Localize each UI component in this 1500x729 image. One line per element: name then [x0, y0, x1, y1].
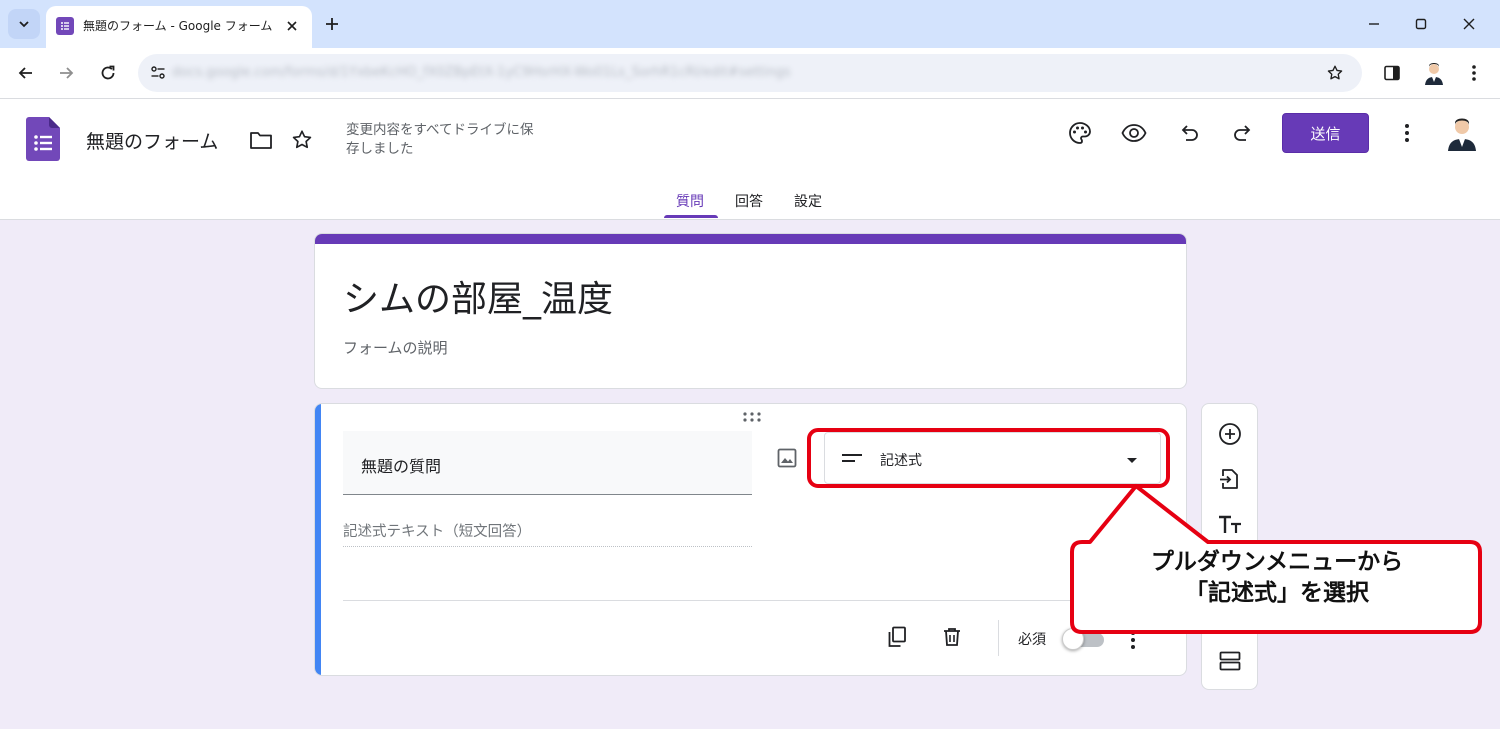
forms-header: 無題のフォーム 変更内容をすべてドライブに保存しました 送信 質問 回答 設定 — [0, 98, 1500, 220]
maximize-icon — [1415, 18, 1427, 30]
maximize-window-button[interactable] — [1407, 10, 1435, 38]
duplicate-icon[interactable] — [882, 622, 912, 652]
url-text: docs.google.com/forms/d/1YxbeKcHO_fX0ZBp… — [172, 65, 791, 80]
focus-indicator-bar — [315, 404, 321, 675]
arrow-left-icon — [18, 67, 32, 79]
site-info-icon[interactable] — [146, 61, 170, 85]
add-image-button[interactable] — [773, 444, 801, 472]
more-vert-icon[interactable] — [1392, 118, 1422, 148]
reload-button[interactable] — [92, 57, 124, 89]
tab-questions[interactable]: 質問 — [676, 191, 704, 211]
drag-handle-icon[interactable] — [741, 410, 763, 424]
chevron-down-icon — [19, 21, 29, 28]
forms-favicon-icon — [56, 17, 74, 35]
question-title-input[interactable]: 無題の質問 — [343, 431, 752, 495]
undo-icon[interactable] — [1174, 118, 1204, 148]
add-section-icon[interactable] — [1215, 646, 1245, 676]
form-title-card[interactable]: シムの部屋_温度 フォームの説明 — [314, 233, 1187, 389]
close-icon — [1463, 18, 1475, 30]
redo-icon[interactable] — [1228, 118, 1258, 148]
close-window-button[interactable] — [1455, 10, 1483, 38]
side-panel-icon — [1384, 65, 1400, 81]
tab-title: 無題のフォーム - Google フォーム — [83, 19, 273, 33]
delete-trash-icon[interactable] — [937, 622, 967, 652]
more-vert-icon — [1472, 65, 1476, 81]
address-bar[interactable]: docs.google.com/forms/d/1YxbeKcHO_fX0ZBp… — [138, 54, 1362, 92]
reload-icon — [101, 65, 115, 80]
bookmark-star-icon[interactable] — [1324, 62, 1346, 84]
required-label: 必須 — [1018, 632, 1046, 648]
footer-divider — [998, 620, 999, 656]
person-avatar-icon — [1425, 63, 1443, 85]
theme-accent-bar — [315, 234, 1186, 244]
close-icon[interactable] — [282, 16, 302, 36]
annotation-line-2: 「記述式」を選択 — [1185, 580, 1369, 606]
document-title[interactable]: 無題のフォーム — [86, 127, 218, 154]
card-divider — [343, 600, 1162, 601]
question-title-text: 無題の質問 — [361, 457, 442, 476]
add-question-plus-icon[interactable] — [1215, 419, 1245, 449]
answer-placeholder-text: 記述式テキスト（短文回答） — [343, 524, 532, 540]
form-title[interactable]: シムの部屋_温度 — [343, 270, 613, 322]
plus-icon — [326, 18, 338, 30]
account-avatar-icon[interactable] — [1446, 115, 1478, 151]
save-status: 変更内容をすべてドライブに保存しました — [346, 122, 534, 157]
tab-settings[interactable]: 設定 — [794, 191, 822, 211]
folder-icon[interactable] — [246, 125, 276, 155]
back-button[interactable] — [10, 57, 42, 89]
send-button[interactable]: 送信 — [1282, 113, 1369, 153]
browser-tab-bar: 無題のフォーム - Google フォーム — [0, 0, 1500, 48]
preview-eye-icon[interactable] — [1119, 118, 1149, 148]
google-forms-logo-icon[interactable] — [26, 117, 60, 161]
tab-responses[interactable]: 回答 — [735, 191, 763, 211]
arrow-right-icon — [60, 67, 74, 79]
annotation-callout-text: プルダウンメニューから 「記述式」を選択 — [1072, 547, 1482, 609]
new-tab-button[interactable] — [318, 10, 346, 38]
browser-toolbar: docs.google.com/forms/d/1YxbeKcHO_fX0ZBp… — [0, 48, 1500, 98]
browser-tab[interactable]: 無題のフォーム - Google フォーム — [46, 6, 312, 48]
form-description-field[interactable]: フォームの説明 — [343, 337, 448, 358]
tab-search-button[interactable] — [8, 9, 40, 39]
image-icon — [777, 448, 797, 468]
active-tab-indicator — [664, 215, 718, 218]
star-icon[interactable] — [287, 125, 317, 155]
minimize-window-button[interactable] — [1360, 10, 1388, 38]
side-panel-button[interactable] — [1378, 59, 1406, 87]
minimize-icon — [1369, 23, 1379, 25]
annotation-highlight-box — [807, 428, 1170, 488]
browser-menu-button[interactable] — [1460, 59, 1488, 87]
annotation-line-1: プルダウンメニューから — [1150, 549, 1404, 575]
forward-button[interactable] — [50, 57, 82, 89]
profile-avatar[interactable] — [1420, 59, 1448, 87]
answer-underline — [343, 546, 752, 547]
palette-icon[interactable] — [1065, 118, 1095, 148]
